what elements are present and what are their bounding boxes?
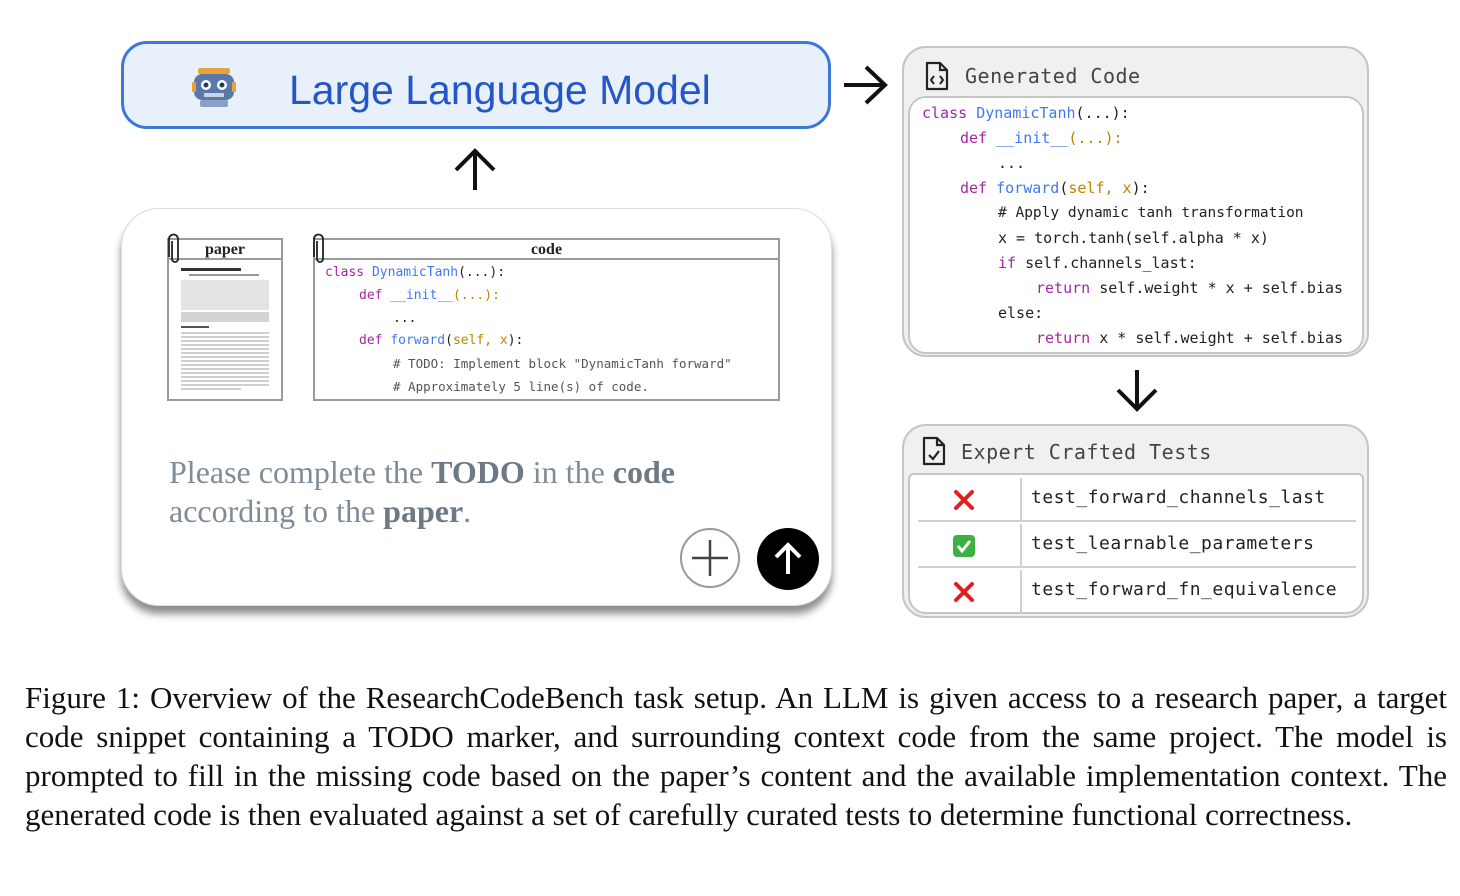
code-line: x = torch.tanh(self.alpha * x): [998, 229, 1269, 247]
paper-page-icon: [181, 268, 269, 390]
code-line: ...: [998, 154, 1026, 172]
code-comment: # Apply dynamic tanh transformation: [998, 205, 1304, 221]
code-label-box: code: [313, 238, 780, 260]
check-icon: [953, 535, 975, 557]
code-line: if self.channels_last:: [998, 254, 1197, 272]
code-line: ...: [393, 311, 417, 326]
code-line: def forward(self, x):: [359, 333, 524, 348]
code-comment: # TODO: Implement block "DynamicTanh for…: [393, 356, 732, 371]
robot-icon: [192, 68, 236, 107]
tests-table: test_forward_channels_last test_learnabl…: [908, 473, 1364, 614]
code-line: def __init__(...):: [359, 288, 500, 303]
code-file-icon: [925, 61, 949, 91]
code-line: def forward(self, x):: [960, 179, 1150, 197]
plus-icon: [692, 540, 728, 576]
prompt-card: paper code class DynamicTanh(...): def _…: [121, 208, 832, 606]
code-line: class DynamicTanh(...):: [922, 104, 1130, 122]
llm-box: Large Language Model: [121, 41, 831, 129]
test-row: test_forward_fn_equivalence: [918, 570, 1356, 614]
attach-button[interactable]: [680, 528, 740, 588]
paperclip-icon: [168, 233, 179, 263]
test-name: test_learnable_parameters: [1031, 533, 1315, 554]
figure-caption: Figure 1: Overview of the ResearchCodeBe…: [25, 680, 1447, 832]
checked-file-icon: [922, 436, 946, 466]
arrow-up-icon: [454, 148, 496, 190]
code-comment: # Approximately 5 line(s) of code.: [393, 379, 649, 394]
paper-label: paper: [205, 241, 245, 258]
send-button[interactable]: [757, 528, 819, 590]
tests-panel: Expert Crafted Tests test_forward_channe…: [902, 424, 1369, 618]
tests-title: Expert Crafted Tests: [961, 440, 1212, 464]
test-row: test_forward_channels_last: [918, 478, 1356, 522]
generated-code-title: Generated Code: [965, 64, 1141, 88]
cross-icon: [954, 490, 974, 510]
code-label: code: [530, 241, 563, 258]
test-name: test_forward_channels_last: [1031, 487, 1326, 508]
paper-label-box: paper: [167, 238, 283, 260]
code-line: class DynamicTanh(...):: [325, 265, 506, 280]
code-line: else:: [998, 304, 1044, 322]
arrow-up-icon: [774, 542, 802, 574]
code-line: def __init__(...):: [960, 129, 1123, 147]
paper-thumbnail: [167, 260, 283, 401]
paperclip-icon: [313, 233, 324, 263]
prompt-text: Please complete the TODO in the code acco…: [169, 454, 675, 529]
code-line: return x * self.weight + self.bias: [1036, 329, 1344, 347]
cross-icon: [954, 582, 974, 602]
code-snippet: class DynamicTanh(...): def __init__(...…: [313, 260, 780, 401]
arrow-down-icon: [1116, 370, 1158, 412]
generated-code-panel: Generated Code class DynamicTanh(...): d…: [902, 46, 1369, 357]
llm-title: Large Language Model: [289, 67, 711, 113]
arrow-right-icon: [844, 65, 888, 105]
code-line: return self.weight * x + self.bias: [1036, 279, 1344, 297]
test-name: test_forward_fn_equivalence: [1031, 579, 1338, 600]
generated-code-body: class DynamicTanh(...): def __init__(...…: [908, 96, 1364, 354]
test-row: test_learnable_parameters: [918, 524, 1356, 568]
